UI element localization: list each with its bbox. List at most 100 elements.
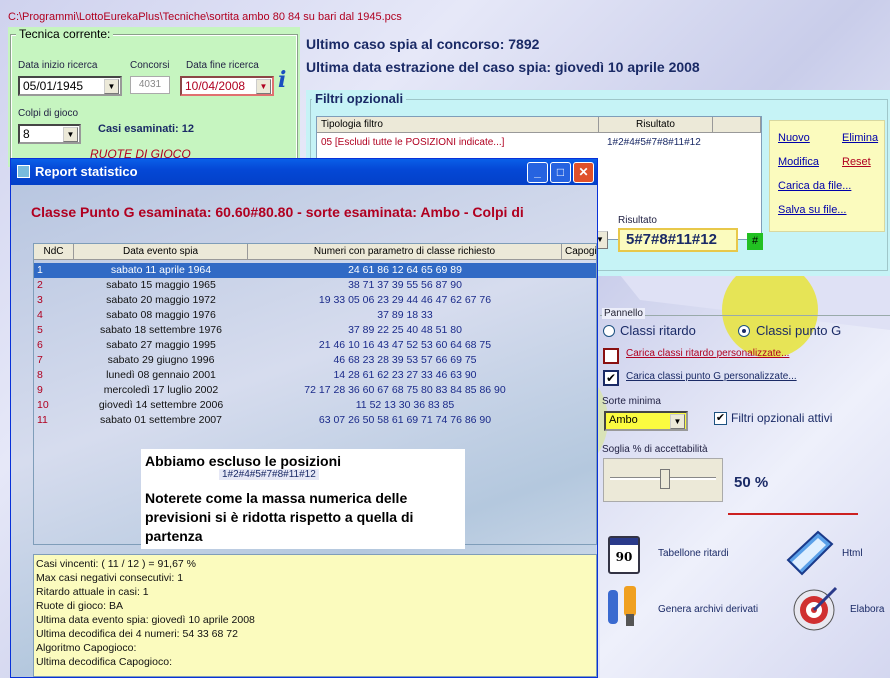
casi-esaminati: Casi esaminati: 12: [98, 123, 194, 135]
pannello-legend: Pannello: [602, 308, 645, 319]
hash-button[interactable]: #: [747, 233, 763, 250]
carica-ritardo-checkbox[interactable]: [603, 348, 619, 364]
sorte-select[interactable]: Ambo ▼: [604, 411, 688, 431]
html-label[interactable]: Html: [842, 548, 863, 559]
col-numeri[interactable]: Numeri con parametro di classe richiesto: [248, 244, 562, 260]
col-risultato[interactable]: Risultato: [599, 117, 713, 133]
row-numeri: 37 89 18 33: [377, 309, 433, 321]
row-data: sabato 27 maggio 1995: [106, 339, 216, 351]
divider: [728, 513, 858, 515]
row-numeri: 24 61 86 12 64 65 69 89: [348, 264, 462, 276]
filtro-tipologia[interactable]: 05 [Escludi tutte le POSIZIONI indicate.…: [321, 137, 504, 148]
filtro-risultato[interactable]: 1#2#4#5#7#8#11#12: [607, 137, 701, 148]
row-ndc: 6: [37, 339, 43, 351]
carica-file-link[interactable]: Carica da file...: [778, 180, 851, 192]
filtri-attivi-checkbox[interactable]: ✔: [714, 412, 727, 425]
table-row[interactable]: 10 giovedì 14 settembre 2006 11 52 13 30 3…: [34, 398, 596, 413]
row-numeri: 19 33 05 06 23 29 44 46 47 62 67 76: [318, 294, 492, 306]
soglia-label: Soglia % di accettabilità: [602, 444, 708, 455]
row-ndc: 3: [37, 294, 43, 306]
data-fine-select[interactable]: 10/04/2008 ▼: [180, 76, 274, 96]
table-row[interactable]: 11 sabato 01 settembre 2007 63 07 26 50 58…: [34, 413, 596, 428]
maximize-button[interactable]: □: [550, 162, 571, 183]
row-ndc: 4: [37, 309, 43, 321]
table-row[interactable]: 2 sabato 15 maggio 1965 38 71 37 39 55 56 …: [34, 278, 596, 293]
row-numeri: 63 07 26 50 58 61 69 71 74 76 86 90: [318, 414, 492, 426]
classi-punto-g-radio[interactable]: [738, 325, 750, 337]
report-window: Report statistico _ □ ✕ Classe Punto G e…: [10, 158, 598, 678]
chevron-down-icon[interactable]: ▼: [670, 414, 685, 429]
slider-thumb[interactable]: [660, 469, 670, 489]
classi-ritardo-radio[interactable]: [603, 325, 615, 337]
chevron-down-icon[interactable]: ▼: [256, 79, 271, 94]
row-data: sabato 08 maggio 1976: [106, 309, 216, 321]
col-data[interactable]: Data evento spia: [74, 244, 248, 260]
nuovo-link[interactable]: Nuovo: [778, 132, 810, 144]
summary-box: Casi vincenti: ( 11 / 12 ) = 91,67 % Max …: [33, 554, 597, 677]
concorsi-label: Concorsi: [130, 60, 170, 71]
row-numeri: 11 52 13 30 36 83 85: [355, 399, 455, 411]
row-numeri: 46 68 23 28 39 53 57 66 69 75: [333, 354, 477, 366]
note-code: 1#2#4#5#7#8#11#12: [219, 469, 319, 480]
chevron-down-icon[interactable]: ▼: [63, 127, 78, 142]
row-ndc: 10: [37, 399, 49, 411]
note-body: Noterete come la massa numerica delle pr…: [145, 490, 414, 544]
soglia-slider[interactable]: [603, 458, 723, 502]
classi-ritardo-label[interactable]: Classi ritardo: [620, 323, 696, 338]
minimize-button[interactable]: _: [527, 162, 548, 183]
colpi-select[interactable]: 8 ▼: [18, 124, 81, 144]
table-row[interactable]: 1 sabato 11 aprile 1964 24 61 86 12 64 65 …: [34, 263, 596, 278]
table-row[interactable]: 3 sabato 20 maggio 1972 19 33 05 06 23 29 …: [34, 293, 596, 308]
classi-punto-g-label[interactable]: Classi punto G: [756, 323, 841, 338]
genera-label[interactable]: Genera archivi derivati: [658, 604, 758, 615]
col-tipologia[interactable]: Tipologia filtro: [317, 117, 599, 133]
info-icon[interactable]: i: [278, 67, 286, 93]
summary-line: Max casi negativi consecutivi: 1: [36, 572, 184, 584]
salva-file-link[interactable]: Salva su file...: [778, 204, 846, 216]
tabellone-label[interactable]: Tabellone ritardi: [658, 548, 729, 559]
book-icon[interactable]: [784, 530, 836, 578]
carica-ritardo-link[interactable]: Carica classi ritardo personalizzate...: [626, 348, 789, 359]
carica-punto-g-checkbox[interactable]: ✔: [603, 370, 619, 386]
tools-icon[interactable]: [604, 584, 648, 628]
summary-line: Ultima decodifica Capogioco:: [36, 656, 172, 668]
chevron-down-icon[interactable]: ▼: [104, 79, 119, 94]
reset-link[interactable]: Reset: [842, 156, 871, 168]
calendar-icon[interactable]: 90: [608, 536, 640, 574]
tecnica-panel: Tecnica corrente: Data inizio ricerca 05…: [8, 27, 300, 167]
table-row[interactable]: 9 mercoledì 17 luglio 2002 72 17 28 36 60 …: [34, 383, 596, 398]
close-button[interactable]: ✕: [573, 162, 594, 183]
table-row[interactable]: 6 sabato 27 maggio 1995 21 46 10 16 43 47 …: [34, 338, 596, 353]
summary-line: Casi vincenti: ( 11 / 12 ) = 91,67 %: [36, 558, 197, 570]
elimina-link[interactable]: Elimina: [842, 132, 878, 144]
col-ndc[interactable]: NdC: [34, 244, 74, 260]
filtri-attivi-label[interactable]: Filtri opzionali attivi: [731, 411, 832, 425]
data-inizio-select[interactable]: 05/01/1945 ▼: [18, 76, 122, 96]
carica-punto-g-link[interactable]: Carica classi punto G personalizzate...: [626, 371, 797, 382]
note-box: Abbiamo escluso le posizioni 1#2#4#5#7#8…: [141, 449, 465, 549]
table-row[interactable]: 5 sabato 18 settembre 1976 37 89 22 25 40 …: [34, 323, 596, 338]
row-ndc: 9: [37, 384, 43, 396]
table-row[interactable]: 4 sabato 08 maggio 1976 37 89 18 33: [34, 308, 596, 323]
table-row[interactable]: 7 sabato 29 giugno 1996 46 68 23 28 39 53 …: [34, 353, 596, 368]
row-numeri: 37 89 22 25 40 48 51 80: [348, 324, 462, 336]
report-titlebar[interactable]: Report statistico _ □ ✕: [11, 159, 597, 185]
summary-line: Ritardo attuale in casi: 1: [36, 586, 149, 598]
risultato-value[interactable]: 5#7#8#11#12: [618, 228, 738, 252]
row-data: sabato 01 settembre 2007: [99, 414, 222, 426]
report-title: Report statistico: [35, 164, 138, 179]
data-fine-label: Data fine ricerca: [186, 60, 259, 71]
row-data: giovedì 14 settembre 2006: [98, 399, 224, 411]
elabora-label[interactable]: Elabora: [850, 604, 884, 615]
target-icon[interactable]: [792, 584, 840, 632]
table-row[interactable]: 8 lunedì 08 gennaio 2001 14 28 61 62 23 27…: [34, 368, 596, 383]
filtri-legend: Filtri opzionali: [312, 91, 407, 106]
summary-line: Ultima data evento spia: giovedì 10 apri…: [36, 614, 255, 626]
colpi-label: Colpi di gioco: [18, 108, 79, 119]
col-capogioco[interactable]: Capogi: [562, 244, 596, 260]
pannello-panel: Pannello Classi ritardo Classi punto G C…: [598, 308, 890, 515]
file-path: C:\Programmi\LottoEurekaPlus\Tecniche\so…: [8, 11, 402, 23]
concorsi-value: 4031: [130, 76, 170, 94]
modifica-link[interactable]: Modifica: [778, 156, 819, 168]
row-data: sabato 11 aprile 1964: [110, 264, 212, 276]
